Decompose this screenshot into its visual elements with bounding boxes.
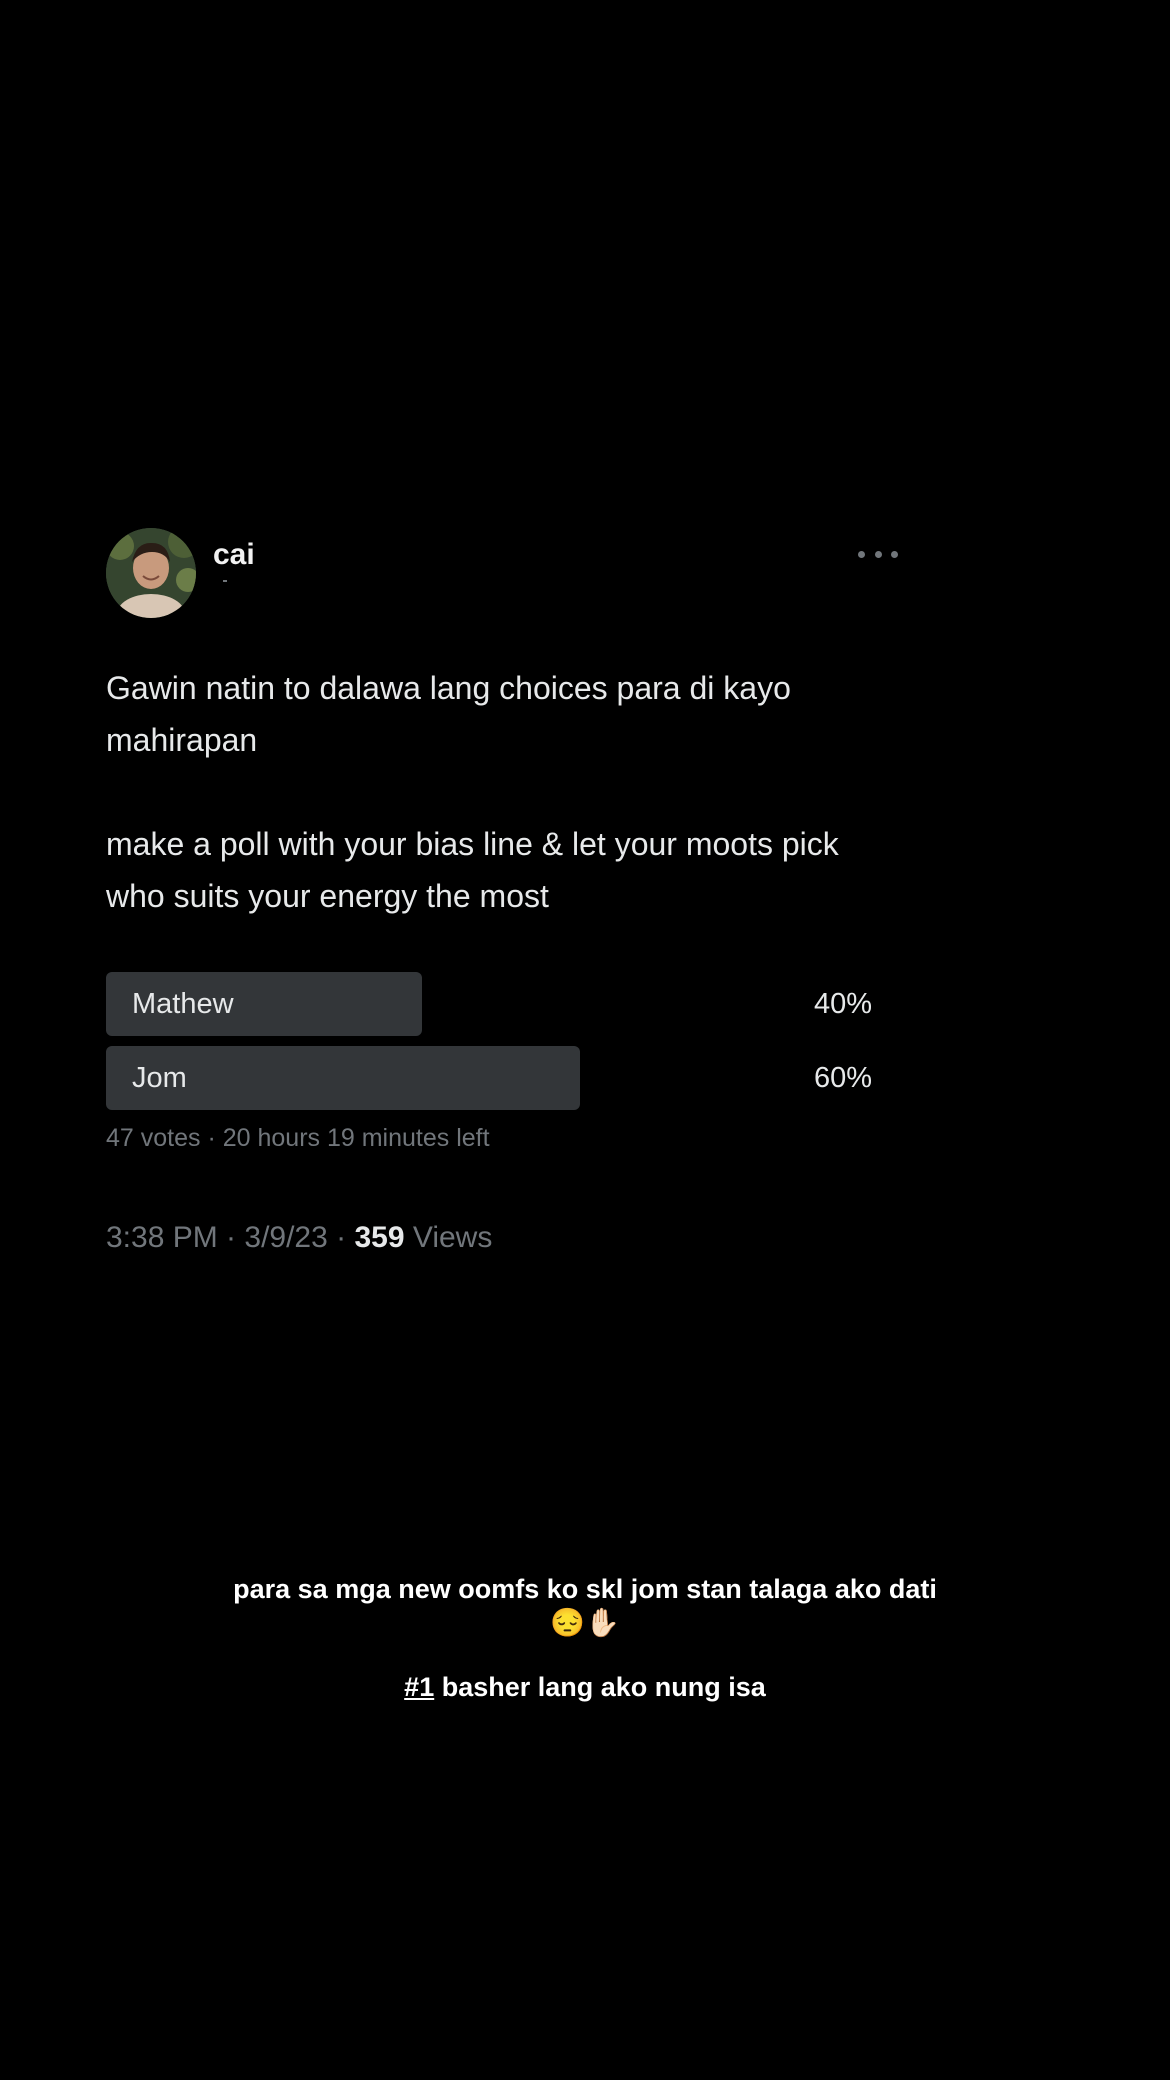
hashtag-link[interactable]: #1: [404, 1672, 434, 1702]
caption-line-1: para sa mga new oomfs ko skl jom stan ta…: [233, 1574, 937, 1604]
tweet-meta: 3:38 PM · 3/9/23 · 359 Views: [106, 1221, 896, 1255]
dot: [858, 550, 865, 558]
tweet-text: Gawin natin to dalawa lang choices para …: [106, 670, 839, 914]
handle-placeholder: [223, 580, 227, 582]
poll-option-jom[interactable]: Jom 60%: [106, 1046, 896, 1110]
poll-meta: 47 votes · 20 hours 19 minutes left: [106, 1124, 490, 1152]
caption-line-2: #1 basher lang ako nung isa: [0, 1670, 1170, 1704]
tweet-timestamp[interactable]: 3:38 PM · 3/9/23 ·: [106, 1221, 354, 1254]
poll: Mathew 40% Jom 60% 47 votes · 20 hours 1…: [106, 972, 896, 1153]
poll-option-label: Jom: [132, 1062, 187, 1094]
display-name[interactable]: cai: [213, 538, 255, 572]
poll-option-percent: 60%: [813, 1062, 872, 1094]
tweet-card[interactable]: cai Gawin natin to dalawa lang choices p…: [106, 528, 898, 1255]
caption-line-2-text: basher lang ako nung isa: [434, 1672, 766, 1702]
avatar[interactable]: [106, 528, 196, 618]
story-caption: para sa mga new oomfs ko skl jom stan ta…: [0, 1572, 1170, 1704]
dot: [874, 550, 882, 558]
more-horizontal-icon[interactable]: [858, 544, 898, 564]
dot: [891, 550, 898, 558]
tweet-header: cai: [106, 528, 898, 620]
views-count[interactable]: 359: [354, 1221, 404, 1254]
views-label: Views: [404, 1221, 493, 1254]
poll-option-label: Mathew: [132, 988, 234, 1020]
avatar-photo: [106, 528, 196, 618]
caption-emojis: 😔✋🏻: [550, 1607, 620, 1638]
poll-option-percent: 40%: [813, 988, 872, 1020]
poll-option-mathew[interactable]: Mathew 40%: [106, 972, 896, 1036]
